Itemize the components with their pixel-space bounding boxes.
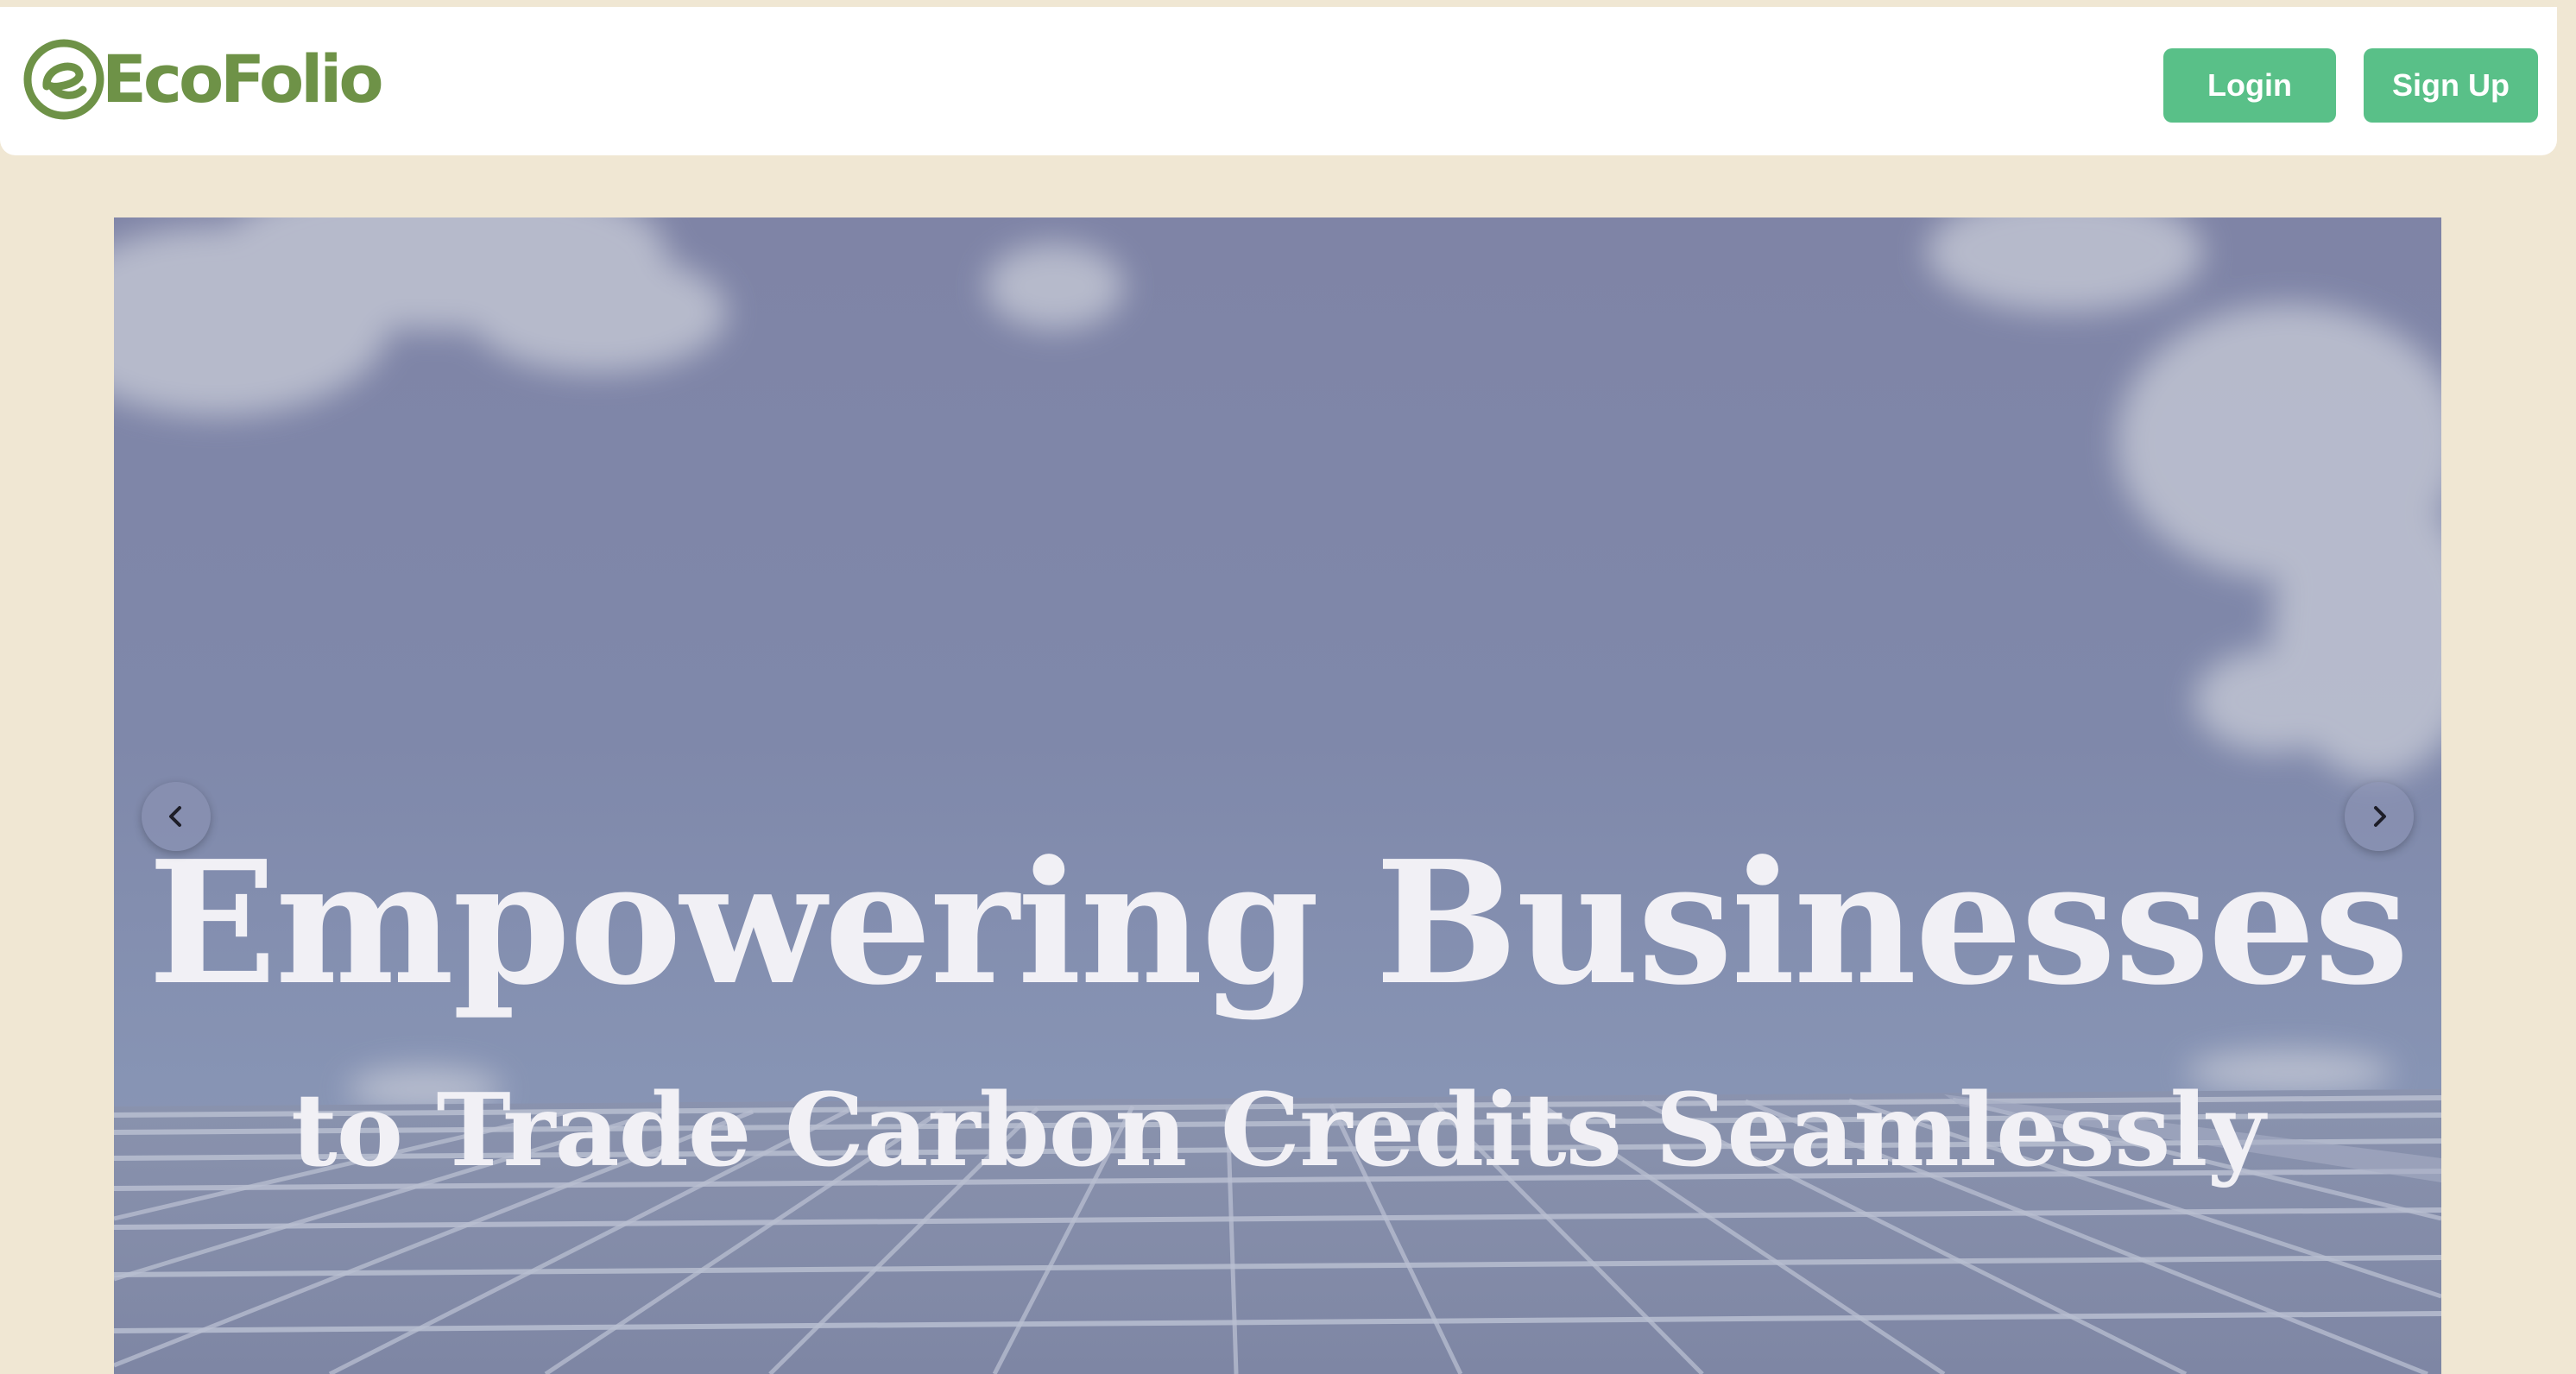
brand-logo[interactable]: EcoFolio — [21, 36, 384, 123]
hero-title: Empowering Businesses — [148, 824, 2409, 1023]
hero-subtitle: to Trade Carbon Credits Seamlessly — [291, 1072, 2265, 1189]
sign-up-button[interactable]: Sign Up — [2364, 48, 2538, 123]
logo-text: EcoFolio — [102, 41, 384, 117]
leaf-e-icon — [23, 39, 104, 120]
hero-carousel: Empowering Businesses to Trade Carbon Cr… — [114, 217, 2441, 1374]
carousel-next-button[interactable] — [2345, 782, 2414, 851]
login-button[interactable]: Login — [2163, 48, 2336, 123]
chevron-left-icon — [169, 806, 181, 827]
top-header: EcoFolio Login Sign Up — [0, 7, 2557, 155]
chevron-right-icon — [2374, 806, 2386, 827]
solar-panel-sky-image — [114, 217, 2441, 1374]
carousel-prev-button[interactable] — [142, 782, 211, 851]
